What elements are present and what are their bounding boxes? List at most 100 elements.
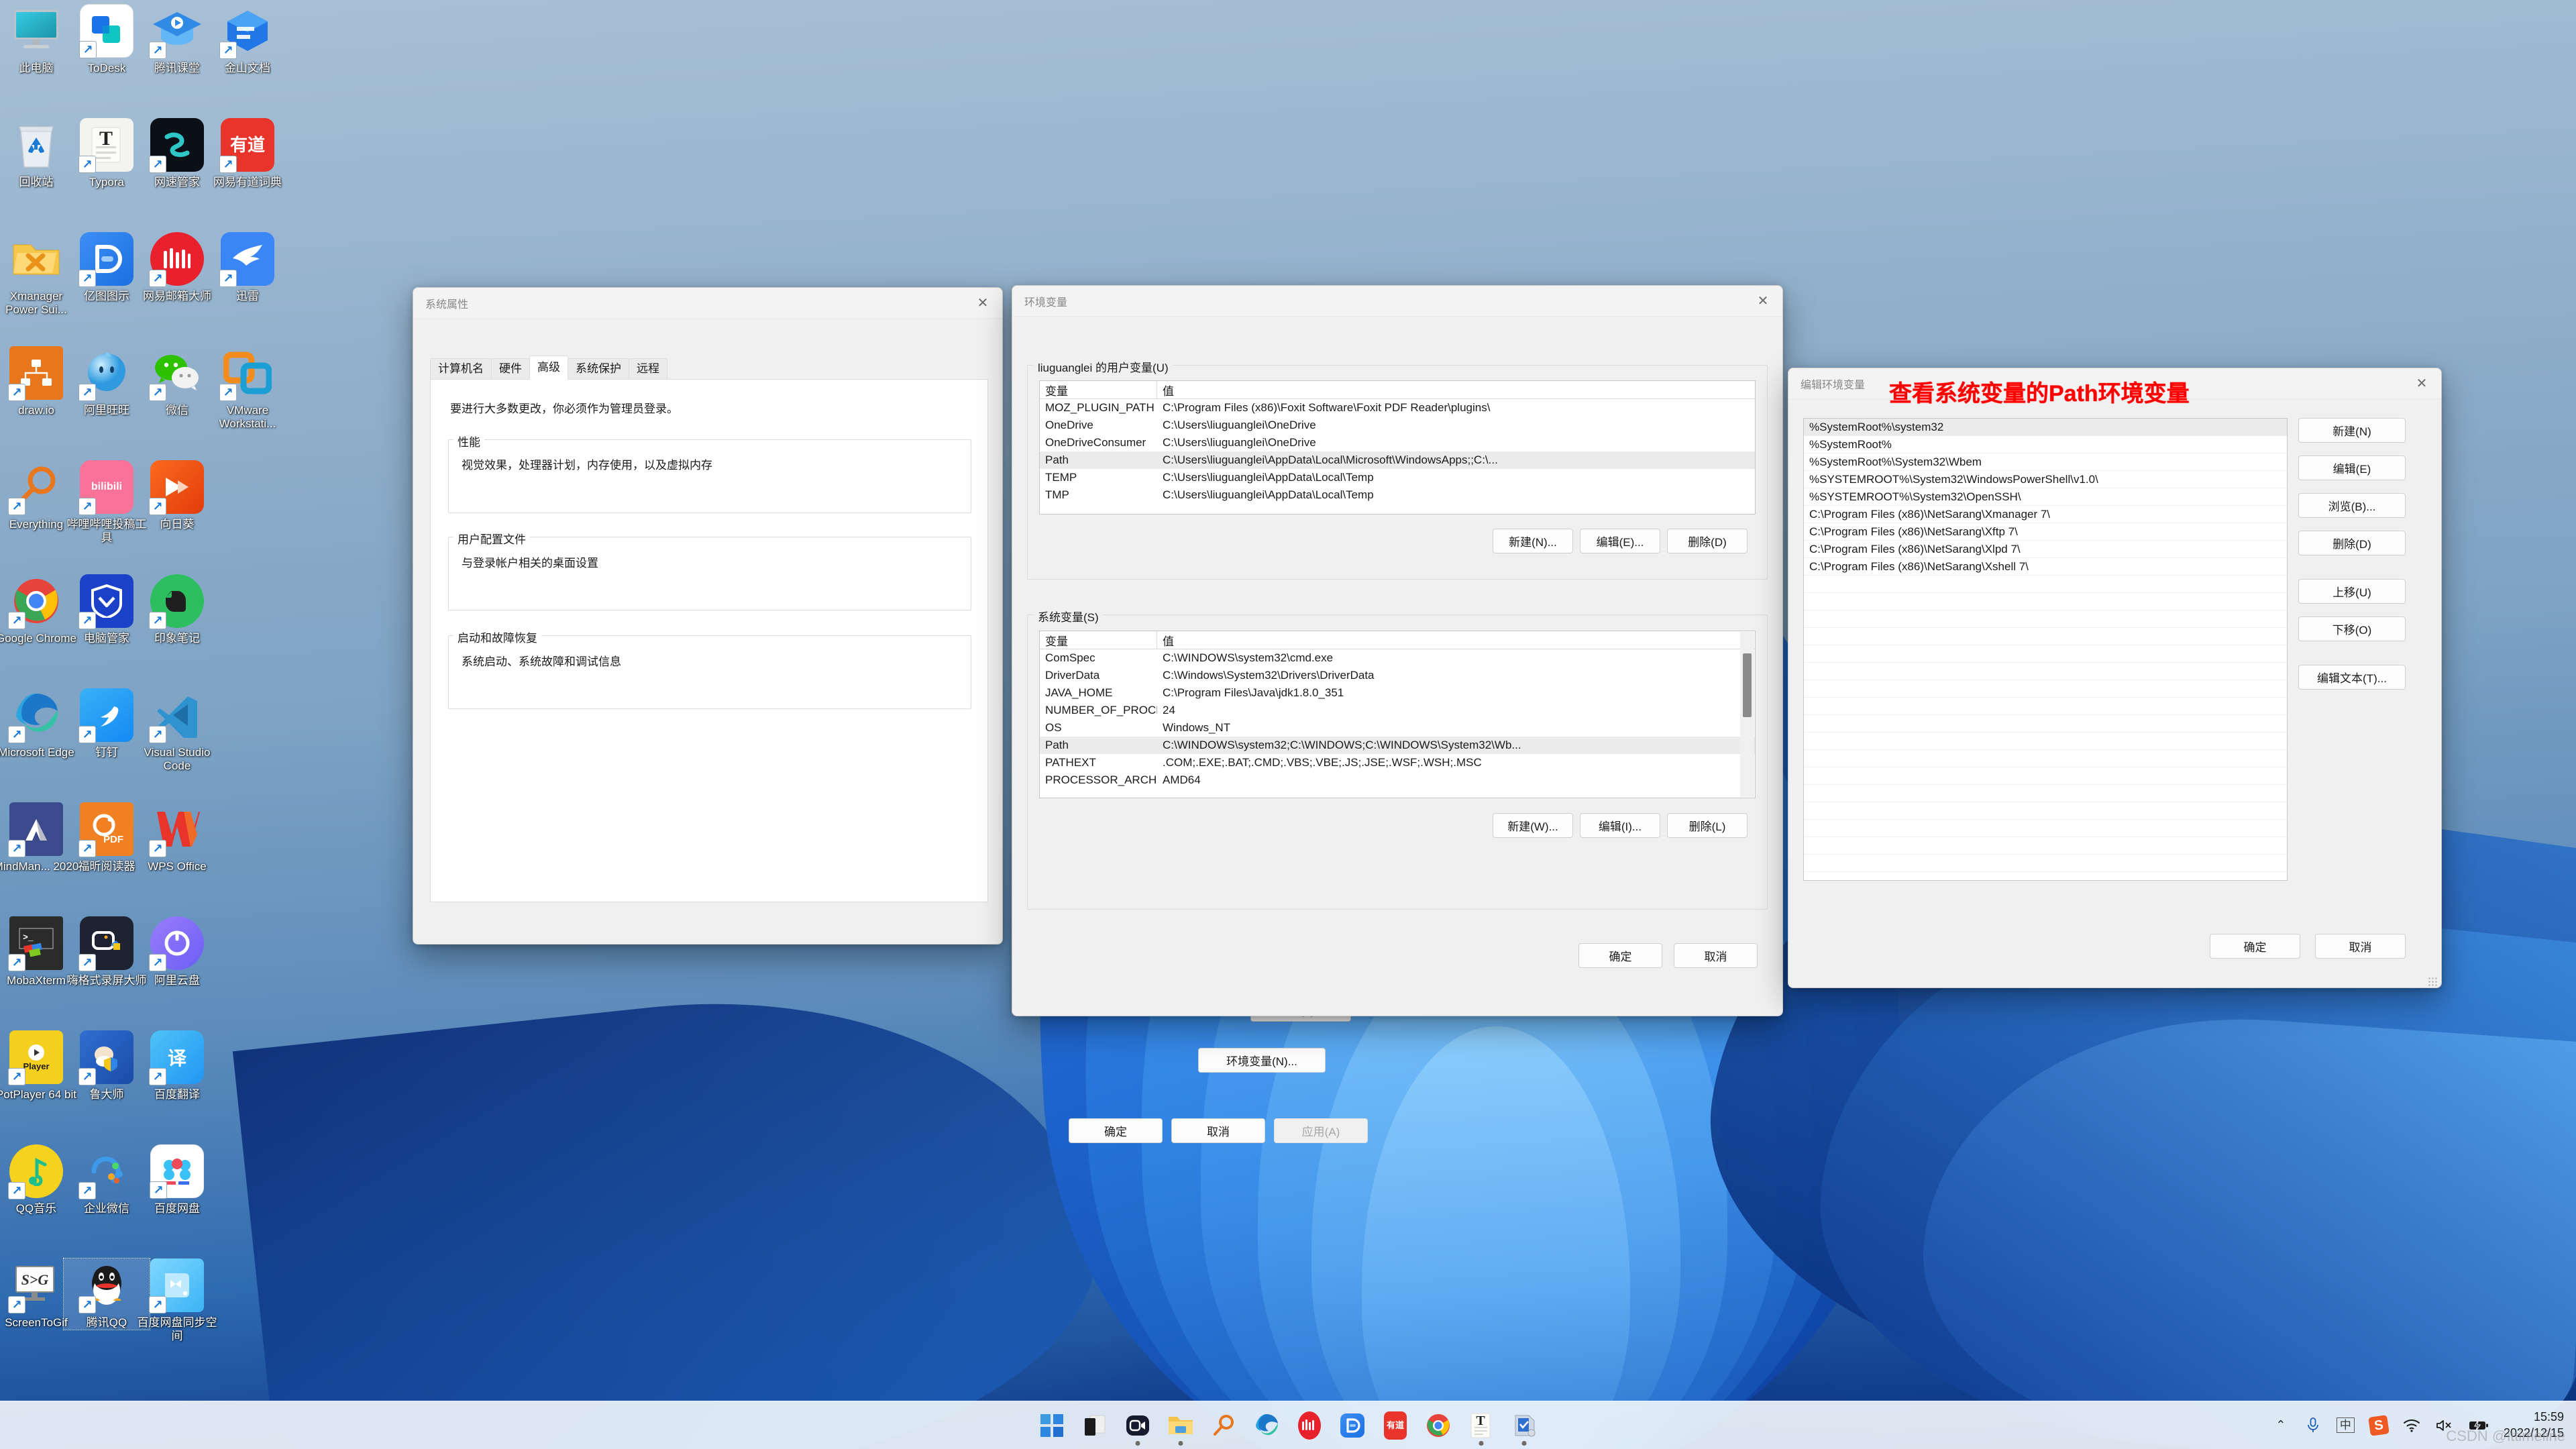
table-row[interactable]: PROCESSOR_ARCHITECTURE AMD64 bbox=[1040, 771, 1755, 789]
desktop-icon-kingsoft-docs[interactable]: ↗ 金山文档 bbox=[205, 4, 290, 75]
system-properties-titlebar[interactable]: 系统属性 ✕ bbox=[413, 288, 1002, 319]
tencent-meeting-button[interactable] bbox=[1122, 1410, 1153, 1446]
path-entry-empty-row[interactable] bbox=[1804, 698, 2287, 715]
desktop-icon-evernote[interactable]: ↗ 印象笔记 bbox=[134, 574, 220, 645]
user-variables-list[interactable]: 变量 值 MOZ_PLUGIN_PATH C:\Program Files (x8… bbox=[1039, 380, 1756, 515]
netease-mail-button[interactable] bbox=[1294, 1410, 1325, 1441]
microphone-icon[interactable] bbox=[2304, 1417, 2322, 1434]
path-entries-list[interactable]: %SystemRoot%\system32 %SystemRoot% %System… bbox=[1803, 418, 2288, 881]
path-entry-row[interactable]: C:\Program Files (x86)\NetSarang\Xlpd 7\ bbox=[1804, 541, 2287, 558]
ime-indicator[interactable]: 中 bbox=[2336, 1417, 2355, 1434]
user-delete-button[interactable]: 删除(D) bbox=[1667, 529, 1748, 553]
table-row[interactable]: ComSpec C:\WINDOWS\system32\cmd.exe bbox=[1040, 649, 1755, 667]
path-entry-empty-row[interactable] bbox=[1804, 645, 2287, 663]
desktop-icon-wps-office[interactable]: ↗ WPS Office bbox=[134, 802, 220, 873]
system-delete-button[interactable]: 删除(L) bbox=[1667, 813, 1748, 838]
tab-0[interactable]: 计算机名 bbox=[430, 358, 492, 380]
cancel-button[interactable]: 取消 bbox=[1674, 943, 1758, 968]
table-row[interactable]: OS Windows_NT bbox=[1040, 719, 1755, 737]
table-row[interactable]: PATHEXT .COM;.EXE;.BAT;.CMD;.VBS;.VBE;.J… bbox=[1040, 754, 1755, 771]
table-row[interactable]: JAVA_HOME C:\Program Files\Java\jdk1.8.0… bbox=[1040, 684, 1755, 702]
tab-4[interactable]: 远程 bbox=[629, 358, 667, 380]
cancel-button[interactable]: 取消 bbox=[1171, 1118, 1265, 1143]
desktop-icon-baidu-netdisk[interactable]: ↗ 百度网盘 bbox=[134, 1144, 220, 1216]
path-entry-row[interactable]: C:\Program Files (x86)\NetSarang\Xftp 7\ bbox=[1804, 523, 2287, 541]
desktop-icon-vscode[interactable]: ↗ Visual Studio Code bbox=[134, 688, 220, 772]
path-entry-row[interactable]: C:\Program Files (x86)\NetSarang\Xmanage… bbox=[1804, 506, 2287, 523]
resize-grip[interactable] bbox=[2428, 977, 2437, 986]
path-entry-empty-row[interactable] bbox=[1804, 610, 2287, 628]
system-new-button[interactable]: 新建(W)... bbox=[1493, 813, 1573, 838]
battery-charging-icon[interactable] bbox=[2469, 1419, 2489, 1432]
youdao-dict-button[interactable]: 有道 bbox=[1380, 1410, 1411, 1441]
path-move-down-button[interactable]: 下移(O) bbox=[2298, 616, 2406, 641]
table-row[interactable]: OneDriveConsumer C:\Users\liuguanglei\On… bbox=[1040, 434, 1755, 451]
path-edit-text-button[interactable]: 编辑文本(T)... bbox=[2298, 665, 2406, 690]
close-icon[interactable]: ✕ bbox=[2406, 370, 2437, 397]
volume-muted-icon[interactable] bbox=[2435, 1418, 2454, 1433]
column-header-value[interactable]: 值 bbox=[1157, 382, 1755, 398]
table-row[interactable]: MOZ_PLUGIN_PATH C:\Program Files (x86)\F… bbox=[1040, 399, 1755, 417]
path-entry-empty-row[interactable] bbox=[1804, 680, 2287, 698]
desktop-icon-thunder[interactable]: ↗ 迅雷 bbox=[205, 232, 290, 303]
ok-button[interactable]: 确定 bbox=[1578, 943, 1662, 968]
path-entry-empty-row[interactable] bbox=[1804, 767, 2287, 785]
desktop-icon-aliyun-drive[interactable]: ↗ 阿里云盘 bbox=[134, 916, 220, 987]
path-entry-row[interactable]: %SYSTEMROOT%\System32\OpenSSH\ bbox=[1804, 488, 2287, 506]
path-entry-empty-row[interactable] bbox=[1804, 593, 2287, 610]
ok-button[interactable]: 确定 bbox=[2210, 934, 2300, 959]
edraw-button[interactable] bbox=[1337, 1410, 1368, 1441]
desktop-icon-baidu-netdisk-sync[interactable]: ↗ 百度网盘同步空间 bbox=[134, 1258, 220, 1342]
table-row[interactable]: NUMBER_OF_PROCESSORS 24 bbox=[1040, 702, 1755, 719]
system-edit-button[interactable]: 编辑(I)... bbox=[1580, 813, 1660, 838]
sogou-ime-icon[interactable]: S bbox=[2368, 1414, 2390, 1436]
path-entry-empty-row[interactable] bbox=[1804, 802, 2287, 820]
path-entry-empty-row[interactable] bbox=[1804, 715, 2287, 733]
desktop-icon-sunflower[interactable]: ↗ 向日葵 bbox=[134, 460, 220, 531]
path-new-button[interactable]: 新建(N) bbox=[2298, 418, 2406, 443]
table-row[interactable]: Path C:\Users\liuguanglei\AppData\Local\… bbox=[1040, 451, 1755, 469]
table-row[interactable]: Path C:\WINDOWS\system32;C:\WINDOWS;C:\W… bbox=[1040, 737, 1755, 754]
table-row[interactable]: DriverData C:\Windows\System32\Drivers\D… bbox=[1040, 667, 1755, 684]
path-edit-button[interactable]: 编辑(E) bbox=[2298, 455, 2406, 480]
user-edit-button[interactable]: 编辑(E)... bbox=[1580, 529, 1660, 553]
start-button[interactable] bbox=[1036, 1410, 1067, 1441]
path-delete-button[interactable]: 删除(D) bbox=[2298, 531, 2406, 555]
path-browse-button[interactable]: 浏览(B)... bbox=[2298, 493, 2406, 518]
chrome-button[interactable] bbox=[1423, 1410, 1454, 1441]
path-entry-empty-row[interactable] bbox=[1804, 820, 2287, 837]
path-entry-empty-row[interactable] bbox=[1804, 855, 2287, 872]
path-entry-empty-row[interactable] bbox=[1804, 576, 2287, 593]
desktop-icon-youdao-dict[interactable]: 有道 ↗ 网易有道词典 bbox=[205, 118, 290, 189]
edge-button[interactable] bbox=[1251, 1410, 1282, 1441]
tray-chevron-up-icon[interactable]: ⌃ bbox=[2272, 1418, 2290, 1432]
path-entry-empty-row[interactable] bbox=[1804, 663, 2287, 680]
taskbar-clock[interactable]: 15:59 2022/12/15 bbox=[2504, 1409, 2564, 1441]
cancel-button[interactable]: 取消 bbox=[2315, 934, 2406, 959]
path-entry-row[interactable]: %SystemRoot%\system32 bbox=[1804, 419, 2287, 436]
system-variables-scroll-thumb[interactable] bbox=[1743, 653, 1752, 717]
ok-button[interactable]: 确定 bbox=[1069, 1118, 1163, 1143]
path-entry-empty-row[interactable] bbox=[1804, 785, 2287, 802]
foxmail-button[interactable] bbox=[1509, 1410, 1540, 1446]
table-row[interactable]: TEMP C:\Users\liuguanglei\AppData\Local\… bbox=[1040, 469, 1755, 486]
system-variables-scrollbar[interactable] bbox=[1740, 632, 1754, 797]
tab-2[interactable]: 高级 bbox=[529, 355, 568, 380]
column-header-name[interactable]: 变量 bbox=[1040, 381, 1157, 398]
environment-variables-titlebar[interactable]: 环境变量 ✕ bbox=[1012, 286, 1782, 317]
environment-variables-button[interactable]: 环境变量(N)... bbox=[1198, 1048, 1326, 1073]
close-icon[interactable]: ✕ bbox=[1748, 288, 1778, 315]
path-entry-empty-row[interactable] bbox=[1804, 628, 2287, 645]
path-move-up-button[interactable]: 上移(U) bbox=[2298, 579, 2406, 604]
tab-1[interactable]: 硬件 bbox=[491, 358, 530, 380]
everything-search-button[interactable] bbox=[1208, 1410, 1239, 1441]
wifi-icon[interactable] bbox=[2403, 1418, 2420, 1433]
file-explorer-button[interactable] bbox=[1165, 1410, 1196, 1446]
path-entry-row[interactable]: %SYSTEMROOT%\System32\WindowsPowerShell\… bbox=[1804, 471, 2287, 488]
path-entry-row[interactable]: C:\Program Files (x86)\NetSarang\Xshell … bbox=[1804, 558, 2287, 576]
column-header-value[interactable]: 值 bbox=[1157, 632, 1755, 649]
path-entry-empty-row[interactable] bbox=[1804, 837, 2287, 855]
table-row[interactable]: TMP C:\Users\liuguanglei\AppData\Local\T… bbox=[1040, 486, 1755, 504]
close-icon[interactable]: ✕ bbox=[967, 290, 998, 317]
path-entry-row[interactable]: %SystemRoot% bbox=[1804, 436, 2287, 453]
